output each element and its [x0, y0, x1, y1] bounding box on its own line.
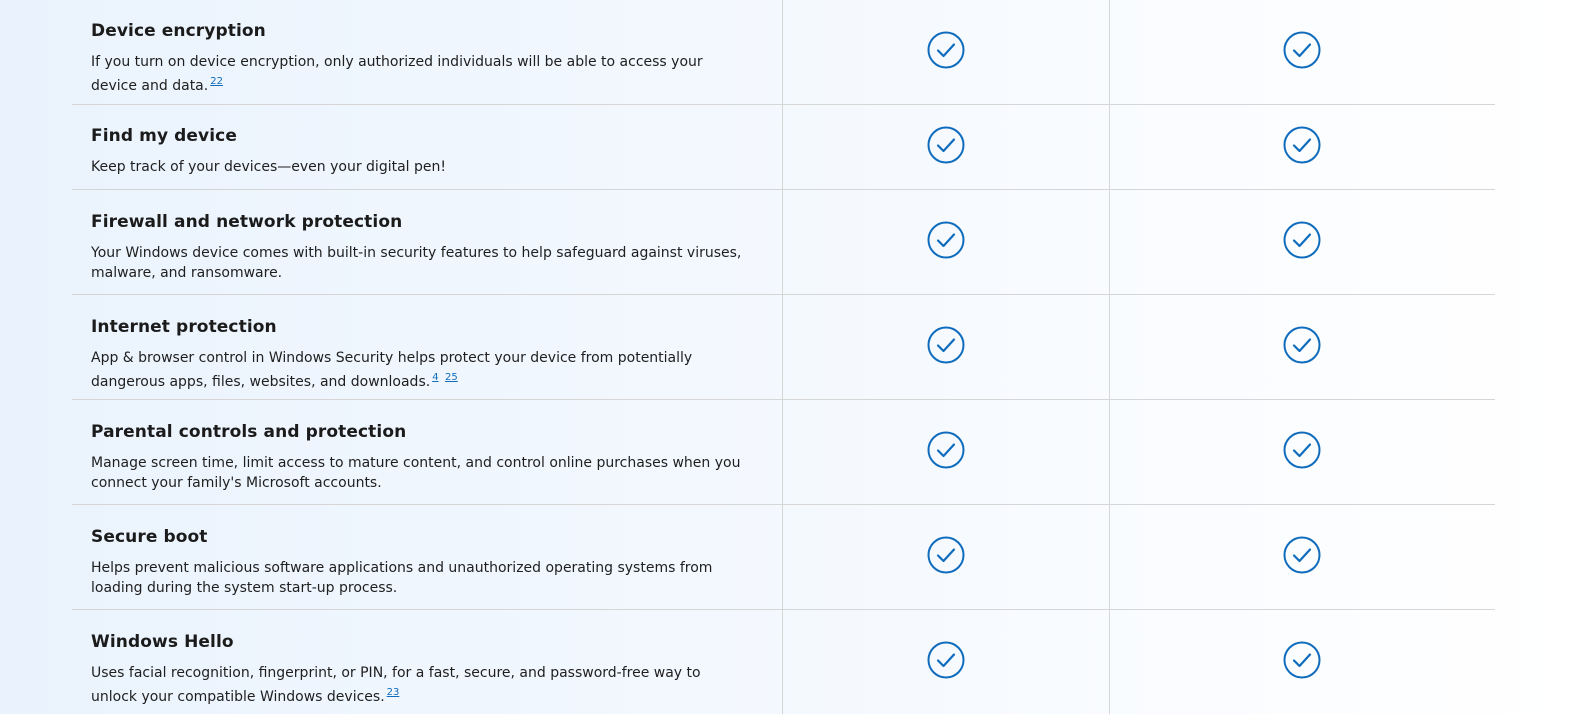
feature-description: App & browser control in Windows Securit… [91, 348, 765, 392]
feature-title: Windows Hello [91, 632, 234, 652]
plan-b-cell [1109, 610, 1495, 714]
feature-description: Keep track of your devices—even your dig… [91, 159, 446, 175]
feature-comparison-table: Device encryption If you turn on device … [72, 0, 1495, 714]
feature-title: Secure boot [91, 527, 208, 547]
footnote-link[interactable]: 22 [210, 76, 223, 87]
checkmark-icon [927, 641, 965, 679]
checkmark-icon [1283, 31, 1321, 69]
feature-description: Uses facial recognition, fingerprint, or… [91, 663, 765, 707]
checkmark-icon [927, 536, 965, 574]
footnote-link[interactable]: 23 [387, 687, 400, 698]
feature-description: Helps prevent malicious software applica… [91, 560, 713, 596]
feature-description-text: If you turn on device encryption, only a… [91, 54, 703, 94]
checkmark-icon [1283, 641, 1321, 679]
table-row: Internet protection App & browser contro… [72, 295, 1495, 400]
checkmark-icon [927, 326, 965, 364]
footnote-link[interactable]: 25 [445, 372, 458, 383]
table-row: Firewall and network protection Your Win… [72, 190, 1495, 295]
feature-title: Device encryption [91, 21, 266, 41]
feature-cell: Internet protection App & browser contro… [72, 295, 783, 399]
plan-b-cell [1109, 0, 1495, 104]
checkmark-icon [927, 126, 965, 164]
feature-cell: Windows Hello Uses facial recognition, f… [72, 610, 783, 714]
plan-a-cell [782, 400, 1109, 504]
plan-b-cell [1109, 295, 1495, 399]
feature-cell: Parental controls and protection Manage … [72, 400, 783, 504]
feature-cell: Secure boot Helps prevent malicious soft… [72, 505, 783, 609]
checkmark-icon [1283, 326, 1321, 364]
table-row: Find my device Keep track of your device… [72, 105, 1495, 190]
plan-a-cell [782, 0, 1109, 104]
checkmark-icon [927, 31, 965, 69]
feature-cell: Find my device Keep track of your device… [72, 105, 783, 189]
plan-a-cell [782, 190, 1109, 294]
checkmark-icon [1283, 536, 1321, 574]
plan-a-cell [782, 610, 1109, 714]
table-row: Secure boot Helps prevent malicious soft… [72, 505, 1495, 610]
feature-title: Internet protection [91, 317, 277, 337]
feature-description: Your Windows device comes with built-in … [91, 245, 742, 281]
feature-title: Find my device [91, 126, 237, 146]
checkmark-icon [1283, 221, 1321, 259]
checkmark-icon [927, 221, 965, 259]
feature-description-text: Uses facial recognition, fingerprint, or… [91, 665, 701, 705]
feature-description: Manage screen time, limit access to matu… [91, 455, 741, 491]
plan-b-cell [1109, 105, 1495, 189]
feature-title: Firewall and network protection [91, 212, 403, 232]
table-row: Device encryption If you turn on device … [72, 0, 1495, 105]
feature-title: Parental controls and protection [91, 422, 407, 442]
table-row: Parental controls and protection Manage … [72, 400, 1495, 505]
checkmark-icon [1283, 126, 1321, 164]
plan-a-cell [782, 105, 1109, 189]
feature-cell: Firewall and network protection Your Win… [72, 190, 783, 294]
checkmark-icon [1283, 431, 1321, 469]
feature-description: If you turn on device encryption, only a… [91, 52, 765, 96]
plan-b-cell [1109, 400, 1495, 504]
plan-b-cell [1109, 190, 1495, 294]
plan-a-cell [782, 505, 1109, 609]
footnote-link[interactable]: 4 [432, 372, 438, 383]
feature-description-text: App & browser control in Windows Securit… [91, 350, 693, 390]
plan-b-cell [1109, 505, 1495, 609]
plan-a-cell [782, 295, 1109, 399]
feature-cell: Device encryption If you turn on device … [72, 0, 783, 104]
table-row: Windows Hello Uses facial recognition, f… [72, 610, 1495, 714]
checkmark-icon [927, 431, 965, 469]
